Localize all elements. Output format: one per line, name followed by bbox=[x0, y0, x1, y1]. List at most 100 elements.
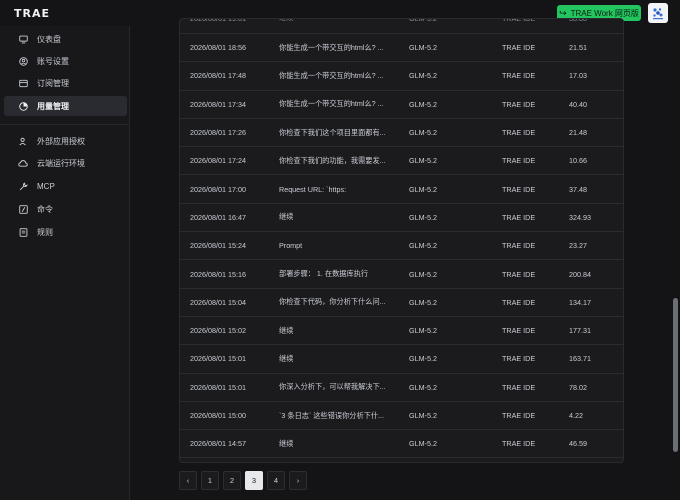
cell-model: GLM-5.2 bbox=[409, 326, 437, 336]
cell-query: 你检查下我们的功能，我需要发... bbox=[279, 155, 386, 165]
avatar-icon bbox=[653, 8, 663, 20]
table-row[interactable]: 2026/08/01 17:24 你检查下我们的功能，我需要发... GLM-5.2… bbox=[180, 147, 623, 176]
cell-source: TRAE IDE bbox=[502, 212, 536, 222]
sidebar-item-cloud-env[interactable]: 云端运行环境 bbox=[4, 153, 127, 173]
page-button-3[interactable]: 3 bbox=[245, 471, 263, 490]
trae-work-web-label: TRAE Work 网页版 bbox=[570, 8, 639, 18]
sidebar-item-external-apps[interactable]: 外部应用授权 bbox=[4, 131, 127, 151]
cell-source: TRAE IDE bbox=[502, 297, 536, 307]
avatar[interactable] bbox=[648, 3, 668, 23]
cell-time: 2026/08/01 15:01 bbox=[190, 382, 246, 392]
rules-icon bbox=[15, 227, 31, 237]
table-row[interactable]: 2026/08/01 15:16 部署步骤： 1. 在数据库执行 GLM-5.2 TR… bbox=[180, 260, 623, 289]
monitor-icon bbox=[15, 35, 31, 44]
cell-source: TRAE IDE bbox=[502, 269, 536, 279]
cell-value: 37.48 bbox=[569, 184, 587, 194]
cell-source: TRAE IDE bbox=[502, 43, 536, 53]
cell-model: GLM-5.2 bbox=[409, 212, 437, 222]
cell-query: 你能生成一个带交互的html么? ... bbox=[279, 42, 384, 52]
command-icon bbox=[15, 204, 31, 214]
table-row[interactable]: 2026/08/01 18:56 你能生成一个带交互的html么? ... GLM-… bbox=[180, 34, 623, 63]
cell-query: Prompt bbox=[279, 241, 303, 251]
cell-model: GLM-5.2 bbox=[409, 269, 437, 279]
page-button-1[interactable]: 1 bbox=[201, 471, 219, 490]
table-row[interactable]: 2026/08/01 17:00 Request URL: `https: GLM-… bbox=[180, 176, 623, 204]
sidebar-item-label: 命令 bbox=[37, 204, 53, 214]
prev-page-button[interactable]: ‹ bbox=[179, 471, 197, 490]
cell-model: GLM-5.2 bbox=[409, 411, 437, 421]
cell-time: 2026/08/01 17:00 bbox=[190, 184, 246, 194]
cell-model: GLM-5.2 bbox=[409, 382, 437, 392]
sidebar-item-mcp[interactable]: MCP bbox=[4, 176, 127, 196]
wrench-icon bbox=[15, 181, 31, 191]
cell-time: 2026/08/01 18:56 bbox=[190, 43, 246, 53]
sidebar: 仪表盘 账号设置 订阅管理 用量管理 外部应用授权 云端运行环境 MCP 命令 … bbox=[0, 26, 130, 500]
cell-value: 21.48 bbox=[569, 128, 587, 138]
cell-value: 177.31 bbox=[569, 326, 591, 336]
pagination: ‹ 1 2 3 4 › bbox=[179, 471, 307, 491]
table-row[interactable]: 2026/08/01 17:34 你能生成一个带交互的html么? ... GLM-… bbox=[180, 91, 623, 119]
cell-source: TRAE IDE bbox=[502, 184, 536, 194]
page-button-4[interactable]: 4 bbox=[267, 471, 285, 490]
redirect-arrow-icon: ↪ bbox=[559, 7, 567, 18]
cell-query: Request URL: `https: bbox=[279, 184, 347, 194]
cell-time: 2026/08/01 14:57 bbox=[190, 439, 246, 449]
cell-time: 2026/08/01 15:04 bbox=[190, 297, 246, 307]
sidebar-item-label: 外部应用授权 bbox=[37, 136, 85, 146]
table-row[interactable]: 2026/08/01 15:01 你深入分析下，可以帮我解决下... GLM-5.2… bbox=[180, 374, 623, 402]
cell-model: GLM-5.2 bbox=[409, 354, 437, 364]
table-row[interactable]: 2026/08/01 15:00 `3 条日志` 这些错误你分析下什... GLM-… bbox=[180, 402, 623, 431]
cell-model: GLM-5.2 bbox=[409, 43, 437, 53]
sidebar-item-label: 云端运行环境 bbox=[37, 158, 85, 168]
sidebar-item-label: MCP bbox=[37, 181, 55, 191]
cell-value: 324.93 bbox=[569, 212, 591, 222]
sidebar-item-rules[interactable]: 规则 bbox=[4, 222, 127, 242]
cell-time: 2026/08/01 15:16 bbox=[190, 269, 246, 279]
cell-value: 21.51 bbox=[569, 43, 587, 53]
cell-value: 4.22 bbox=[569, 411, 583, 421]
page-button-2[interactable]: 2 bbox=[223, 471, 241, 490]
cell-time: 2026/08/01 15:00 bbox=[190, 411, 246, 421]
sidebar-item-commands[interactable]: 命令 bbox=[4, 199, 127, 219]
table-row[interactable]: 2026/08/01 15:24 Prompt GLM-5.2 TRAE IDE 23.… bbox=[180, 232, 623, 261]
table-row[interactable]: 2026/08/01 16:47 继续 GLM-5.2 TRAE IDE 324.93 bbox=[180, 204, 623, 233]
cell-source: TRAE IDE bbox=[502, 241, 536, 251]
sidebar-item-label: 订阅管理 bbox=[37, 78, 69, 88]
cell-model: GLM-5.2 bbox=[409, 241, 437, 251]
main-content: 2026/08/01 19:01 继续 GLM-5.2 TRAE IDE 38.… bbox=[131, 18, 668, 500]
cell-source: TRAE IDE bbox=[502, 326, 536, 336]
cell-time: 2026/08/01 16:47 bbox=[190, 212, 246, 222]
sidebar-item-usage[interactable]: 用量管理 bbox=[4, 96, 127, 116]
cell-source: TRAE IDE bbox=[502, 382, 536, 392]
usage-icon bbox=[15, 101, 31, 111]
next-page-button[interactable]: › bbox=[289, 471, 307, 490]
cell-model: GLM-5.2 bbox=[409, 156, 437, 166]
user-circle-icon bbox=[15, 56, 31, 66]
table-row[interactable]: 2026/08/01 17:48 你能生成一个带交互的html么? ... GLM-… bbox=[180, 62, 623, 91]
cell-source: TRAE IDE bbox=[502, 128, 536, 138]
cell-query: `3 条日志` 这些错误你分析下什... bbox=[279, 410, 385, 420]
table-row[interactable]: 2026/08/01 14:57 继续 GLM-5.2 TRAE IDE 46.59 bbox=[180, 430, 623, 459]
table-row[interactable]: 2026/08/01 15:01 继续 GLM-5.2 TRAE IDE 163.71 bbox=[180, 345, 623, 374]
cell-query: 你检查下我们这个项目里面都有... bbox=[279, 127, 386, 137]
sidebar-item-label: 账号设置 bbox=[37, 56, 69, 66]
cell-query: 你检查下代码，你分析下什么问... bbox=[279, 297, 386, 307]
cell-source: TRAE IDE bbox=[502, 439, 536, 449]
cell-model: GLM-5.2 bbox=[409, 128, 437, 138]
cell-source: TRAE IDE bbox=[502, 411, 536, 421]
cell-query: 继续 bbox=[279, 438, 294, 448]
cell-query: 继续 bbox=[279, 353, 294, 363]
cell-source: TRAE IDE bbox=[502, 354, 536, 364]
trae-logo[interactable]: TRAE bbox=[14, 7, 50, 20]
scrollbar-thumb[interactable] bbox=[673, 298, 678, 452]
sidebar-item-subscription[interactable]: 订阅管理 bbox=[4, 73, 127, 93]
sidebar-item-dashboard[interactable]: 仪表盘 bbox=[4, 29, 127, 49]
table-row[interactable]: 2026/08/01 15:02 继续 GLM-5.2 TRAE IDE 177.31 bbox=[180, 317, 623, 346]
cell-time: 2026/08/01 17:26 bbox=[190, 128, 246, 138]
sidebar-item-account-settings[interactable]: 账号设置 bbox=[4, 51, 127, 71]
table-row[interactable]: 2026/08/01 15:04 你检查下代码，你分析下什么问... GLM-5.2… bbox=[180, 289, 623, 317]
people-icon bbox=[15, 137, 31, 146]
cell-value: 134.17 bbox=[569, 297, 591, 307]
usage-table: 2026/08/01 19:01 继续 GLM-5.2 TRAE IDE 38.… bbox=[179, 18, 624, 463]
table-row[interactable]: 2026/08/01 17:26 你检查下我们这个项目里面都有... GLM-5.2… bbox=[180, 119, 623, 148]
